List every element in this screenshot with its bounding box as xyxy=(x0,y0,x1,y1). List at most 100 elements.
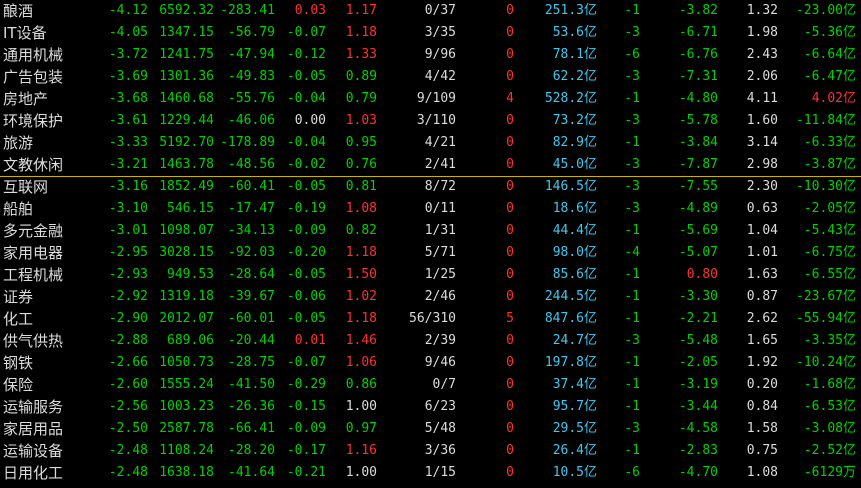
change-amount: -47.94 xyxy=(228,47,275,62)
net-inflow: -2.05亿 xyxy=(803,201,856,216)
table-row[interactable]: 广告包装 -3.69 1301.36 -49.83 -0.05 0.89 4/42 0 62.2… xyxy=(0,66,861,88)
turnover-rate: 0.63 xyxy=(746,201,778,216)
table-row[interactable]: 保险 -2.60 1555.24 -41.50 -0.29 0.86 0/7 0 37.4亿 -1… xyxy=(0,374,861,396)
table-row[interactable]: 旅游 -3.33 5192.70 -178.89 -0.04 0.95 4/21 0 82.9亿… xyxy=(0,132,861,154)
streak-days: -3 xyxy=(624,157,640,172)
sector-name: 供气供热 xyxy=(3,332,64,350)
change-percent: -3.61 xyxy=(108,113,148,128)
turnover-amount: 24.7亿 xyxy=(552,333,597,348)
volume-ratio: 0.89 xyxy=(345,69,377,84)
turnover-amount: 18.6亿 xyxy=(552,201,597,216)
net-inflow: 4.02亿 xyxy=(811,91,856,106)
change-percent: -4.05 xyxy=(108,25,148,40)
table-row[interactable]: 运输设备 -2.48 1108.24 -28.20 -0.17 1.16 3/36 0 26.4… xyxy=(0,440,861,462)
streak-days: -4 xyxy=(624,245,640,260)
turnover-amount: 78.1亿 xyxy=(552,47,597,62)
streak-days: -1 xyxy=(624,3,640,18)
turnover-amount: 95.7亿 xyxy=(552,399,597,414)
limit-up-count: 0 xyxy=(506,355,514,370)
period-change: -2.05 xyxy=(678,355,718,370)
change-speed: 0.01 xyxy=(294,333,326,348)
change-percent: -2.90 xyxy=(108,311,148,326)
net-inflow: -10.30亿 xyxy=(796,179,856,194)
table-row[interactable]: 供气供热 -2.88 689.06 -20.44 0.01 1.46 2/39 0 24.7亿 -… xyxy=(0,330,861,352)
change-percent: -3.16 xyxy=(108,179,148,194)
index-price: 1098.07 xyxy=(159,223,214,238)
table-row[interactable]: 证券 -2.92 1319.18 -39.67 -0.06 1.02 2/46 0 244.5亿… xyxy=(0,286,861,308)
table-row[interactable]: 家用电器 -2.95 3028.15 -92.03 -0.20 1.18 5/71 0 98.0… xyxy=(0,242,861,264)
table-row[interactable]: 船舶 -3.10 546.15 -17.47 -0.19 1.08 0/11 0 18.6亿 -3… xyxy=(0,198,861,220)
volume-ratio: 1.46 xyxy=(345,333,377,348)
index-price: 1347.15 xyxy=(159,25,214,40)
net-inflow: -6.75亿 xyxy=(803,245,856,260)
streak-days: -1 xyxy=(624,443,640,458)
change-speed: -0.04 xyxy=(286,91,326,106)
rise-fall-count: 3/110 xyxy=(416,113,456,128)
streak-days: -3 xyxy=(624,201,640,216)
period-change: -5.48 xyxy=(678,333,718,348)
table-row[interactable]: 文教休闲 -3.21 1463.78 -48.56 -0.02 0.76 2/41 0 45.0… xyxy=(0,154,861,176)
limit-up-count: 0 xyxy=(506,465,514,480)
change-amount: -49.83 xyxy=(228,69,275,84)
table-row[interactable]: 工程机械 -2.93 949.53 -28.64 -0.05 1.50 1/25 0 85.6亿… xyxy=(0,264,861,286)
table-row[interactable]: 运输服务 -2.56 1003.23 -26.36 -0.15 1.00 6/23 0 95.7… xyxy=(0,396,861,418)
turnover-rate: 2.30 xyxy=(746,179,778,194)
turnover-amount: 197.8亿 xyxy=(544,355,597,370)
limit-up-count: 0 xyxy=(506,223,514,238)
period-change: -3.30 xyxy=(678,289,718,304)
change-amount: -178.89 xyxy=(220,135,275,150)
change-speed: -0.05 xyxy=(286,311,326,326)
change-percent: -4.12 xyxy=(108,3,148,18)
sector-name: 家居用品 xyxy=(3,420,64,438)
streak-days: -3 xyxy=(624,69,640,84)
table-row[interactable]: 房地产 -3.68 1460.68 -55.76 -0.04 0.79 9/109 4 528.… xyxy=(0,88,861,110)
table-row[interactable]: 环境保护 -3.61 1229.44 -46.06 0.00 1.03 3/110 0 73.2… xyxy=(0,110,861,132)
streak-days: -1 xyxy=(624,355,640,370)
volume-ratio: 0.76 xyxy=(345,157,377,172)
turnover-amount: 62.2亿 xyxy=(552,69,597,84)
streak-days: -3 xyxy=(624,333,640,348)
change-speed: -0.06 xyxy=(286,289,326,304)
table-row[interactable]: 化工 -2.90 2012.07 -60.01 -0.05 1.18 56/310 5 847.… xyxy=(0,308,861,330)
turnover-rate: 1.04 xyxy=(746,223,778,238)
table-row[interactable]: 酿酒 -4.12 6592.32 -283.41 0.03 1.17 0/37 0 251.3亿… xyxy=(0,0,861,22)
limit-up-count: 5 xyxy=(506,311,514,326)
volume-ratio: 1.18 xyxy=(345,311,377,326)
change-amount: -34.13 xyxy=(228,223,275,238)
table-row[interactable]: 钢铁 -2.66 1050.73 -28.75 -0.07 1.06 9/46 0 197.8亿… xyxy=(0,352,861,374)
limit-up-count: 0 xyxy=(506,25,514,40)
turnover-amount: 53.6亿 xyxy=(552,25,597,40)
rise-fall-count: 0/37 xyxy=(424,3,456,18)
limit-up-count: 0 xyxy=(506,333,514,348)
rise-fall-count: 4/21 xyxy=(424,135,456,150)
index-price: 1301.36 xyxy=(159,69,214,84)
table-row[interactable]: 日用化工 -2.48 1638.18 -41.64 -0.21 1.00 1/15 0 10.5… xyxy=(0,462,861,484)
change-percent: -3.69 xyxy=(108,69,148,84)
rise-fall-count: 8/72 xyxy=(424,179,456,194)
volume-ratio: 1.08 xyxy=(345,201,377,216)
turnover-rate: 1.01 xyxy=(746,245,778,260)
rise-fall-count: 0/7 xyxy=(432,377,456,392)
table-row[interactable]: 家居用品 -2.50 2587.78 -66.41 -0.09 0.97 5/48 0 29.5… xyxy=(0,418,861,440)
period-change: -3.82 xyxy=(678,3,718,18)
change-speed: -0.07 xyxy=(286,355,326,370)
turnover-rate: 2.62 xyxy=(746,311,778,326)
change-speed: -0.09 xyxy=(286,223,326,238)
period-change: -2.83 xyxy=(678,443,718,458)
period-change: -3.19 xyxy=(678,377,718,392)
period-change: -2.21 xyxy=(678,311,718,326)
net-inflow: -5.36亿 xyxy=(803,25,856,40)
table-row[interactable]: 多元金融 -3.01 1098.07 -34.13 -0.09 0.82 1/31 0 44.4… xyxy=(0,220,861,242)
table-row[interactable]: 互联网 -3.16 1852.49 -60.41 -0.05 0.81 8/72 0 146.5… xyxy=(0,176,861,198)
table-row[interactable]: IT设备 -4.05 1347.15 -56.79 -0.07 1.18 3/35 0 53.6… xyxy=(0,22,861,44)
sector-name: 房地产 xyxy=(3,90,49,108)
turnover-rate: 1.65 xyxy=(746,333,778,348)
table-row[interactable]: 通用机械 -3.72 1241.75 -47.94 -0.12 1.33 9/96 0 78.1… xyxy=(0,44,861,66)
net-inflow: -6129万 xyxy=(803,465,856,480)
streak-days: -3 xyxy=(624,25,640,40)
turnover-rate: 1.60 xyxy=(746,113,778,128)
change-amount: -28.64 xyxy=(228,267,275,282)
streak-days: -3 xyxy=(624,421,640,436)
index-price: 1638.18 xyxy=(159,465,214,480)
volume-ratio: 0.95 xyxy=(345,135,377,150)
